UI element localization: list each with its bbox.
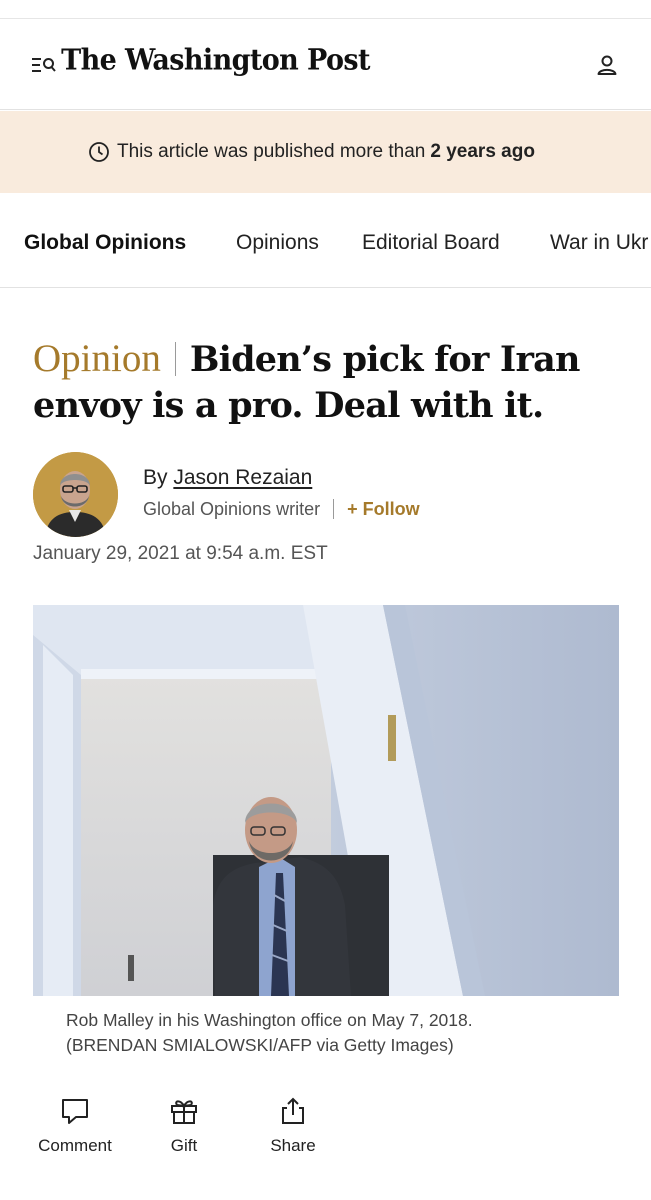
author-portrait [33, 452, 118, 537]
byline: By Jason Rezaian Global Opinions writer +… [33, 452, 623, 542]
share-button[interactable]: Share [248, 1096, 338, 1156]
share-label: Share [270, 1136, 316, 1155]
caption-credit: (BRENDAN SMIALOWSKI/AFP via Getty Images… [66, 1035, 454, 1055]
share-icon [282, 1097, 304, 1124]
author-role-line: Global Opinions writer + Follow [143, 499, 420, 520]
author-line: By Jason Rezaian [143, 466, 312, 490]
banner-age: 2 years ago [430, 141, 535, 162]
kicker-divider [174, 342, 176, 376]
gift-icon [171, 1100, 197, 1124]
masthead: The Washington Post [0, 19, 651, 110]
publish-date: January 29, 2021 at 9:54 a.m. EST [33, 543, 328, 564]
nav-item-opinions[interactable]: Opinions [236, 231, 319, 255]
comment-button[interactable]: Comment [30, 1096, 120, 1156]
author-avatar[interactable] [33, 452, 118, 537]
comment-icon [62, 1099, 88, 1124]
photo-caption: Rob Malley in his Washington office on M… [66, 1008, 606, 1058]
nav-item-editorial-board[interactable]: Editorial Board [362, 231, 500, 255]
caption-text: Rob Malley in his Washington office on M… [66, 1010, 473, 1030]
section-nav: Global Opinions Opinions Editorial Board… [0, 200, 651, 288]
lead-photo-image [33, 605, 619, 996]
author-link[interactable]: Jason Rezaian [173, 466, 312, 489]
article-headline: Opinion Biden’s pick for Iran envoy is a … [33, 336, 613, 429]
archive-banner: This article was published more than 2 y… [0, 111, 651, 193]
comment-label: Comment [38, 1136, 112, 1155]
author-role: Global Opinions writer [143, 499, 321, 519]
article-actions: Comment Gift Share [0, 1096, 651, 1166]
gift-button[interactable]: Gift [139, 1096, 229, 1156]
lead-photo[interactable] [33, 605, 619, 996]
logo[interactable]: The Washington Post [0, 44, 651, 77]
logo-text: The Washington Post [61, 43, 370, 78]
follow-button[interactable]: + Follow [347, 499, 420, 519]
role-divider [333, 499, 335, 519]
opinion-kicker[interactable]: Opinion [33, 337, 161, 380]
clock-icon [89, 142, 109, 162]
banner-text: This article was published more than [117, 141, 426, 162]
gift-label: Gift [170, 1136, 198, 1155]
account-button[interactable] [593, 52, 621, 80]
nav-item-war-in-ukraine[interactable]: War in Ukr [550, 231, 648, 255]
nav-item-global-opinions[interactable]: Global Opinions [24, 231, 186, 255]
byline-prefix: By [143, 466, 168, 489]
user-icon [597, 55, 617, 75]
